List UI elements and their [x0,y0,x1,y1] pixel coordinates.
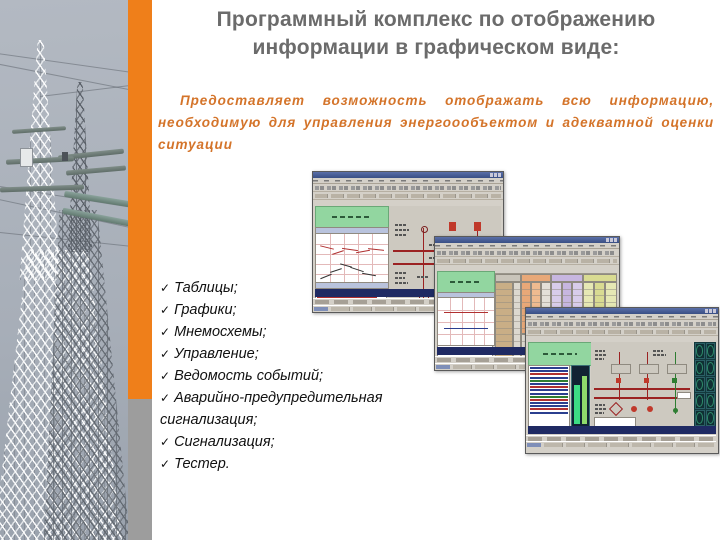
list-item-label: Ведомость событий; [174,368,324,385]
circular-gauge [705,393,715,410]
check-icon: ✓ [160,281,171,295]
slide-root: Программный комплекс по отображению инфо… [0,0,720,540]
pylon-fitting [62,152,68,161]
accent-bar-grey [128,399,152,540]
window-toolbar-row-1[interactable] [313,184,503,192]
window-toolbar-row-2[interactable] [313,192,503,200]
page-title-line-1: Программный комплекс по отображению [216,8,656,31]
disconnector-symbol [608,401,624,417]
list-item-label-continued: сигнализация; [160,412,258,429]
circular-gauge [705,376,715,393]
page-title: Программный комплекс по отображению инфо… [160,6,712,61]
list-item: ✓ Тестер. [160,453,450,475]
window-controls[interactable] [490,173,502,177]
page-title-line-2: информации в графическом виде: [252,35,620,59]
accent-bar-orange [128,0,152,399]
navy-status-bar [528,426,716,434]
bar-meter-gauge [571,365,590,427]
check-icon: ✓ [160,391,171,406]
window-toolbar-row-2[interactable] [435,257,619,265]
trend-chart[interactable] [437,297,495,346]
list-item-label: Управление; [174,346,259,363]
check-icon: ✓ [160,457,171,472]
list-item: ✓ Аварийно-предупредительная сигнализация; [160,387,450,431]
list-item: ✓ Сигнализация; [160,431,450,453]
list-item-label: Аварийно-предупредительная [174,390,383,407]
circular-gauge [695,343,705,359]
trend-chart[interactable] [315,233,389,283]
subtitle-line-1: Предоставляет возможность отображать всю… [180,93,714,108]
window-toolbar-row-1[interactable] [526,320,718,328]
check-icon: ✓ [160,325,171,340]
check-icon: ✓ [160,369,171,384]
list-item: ✓ Управление; [160,343,450,365]
screenshot-window-alarms-and-gauges[interactable] [525,307,719,454]
pylon-equipment-box [20,148,33,167]
green-header-panel [528,342,592,366]
check-icon: ✓ [160,435,171,450]
list-item-label: Таблицы; [174,280,238,296]
green-header-panel [437,271,495,293]
single-line-diagram[interactable] [591,342,693,427]
circular-gauge [695,393,705,410]
os-taskbar[interactable] [526,441,716,453]
circular-gauge [695,359,705,376]
circular-gauge [705,410,715,426]
window-controls[interactable] [705,309,717,313]
list-item-label: Тестер. [174,456,230,473]
window-controls[interactable] [606,238,618,242]
event-log[interactable] [528,365,570,427]
transmission-tower-photo [0,0,128,540]
window-toolbar-row-1[interactable] [435,249,619,257]
circular-gauge [705,359,715,376]
list-item: ✓ Ведомость событий; [160,365,450,387]
window-toolbar-row-2[interactable] [526,328,718,336]
circular-gauge [695,410,705,426]
list-item-label: Графики; [174,302,237,319]
check-icon: ✓ [160,303,171,318]
list-item-label: Мнемосхемы; [174,324,267,341]
list-item: ✓ Мнемосхемы; [160,321,450,343]
subtitle-paragraph: Предоставляет возможность отображать всю… [158,90,714,156]
green-header-panel [315,206,389,228]
list-item-label: Сигнализация; [174,434,275,451]
circular-gauge [695,376,705,393]
circular-gauge [705,343,715,359]
check-icon: ✓ [160,347,171,362]
breaker-symbol [421,226,428,233]
gauge-grid[interactable] [694,342,716,427]
subtitle-line-2: необходимую для управления энергоообъект… [158,114,654,130]
